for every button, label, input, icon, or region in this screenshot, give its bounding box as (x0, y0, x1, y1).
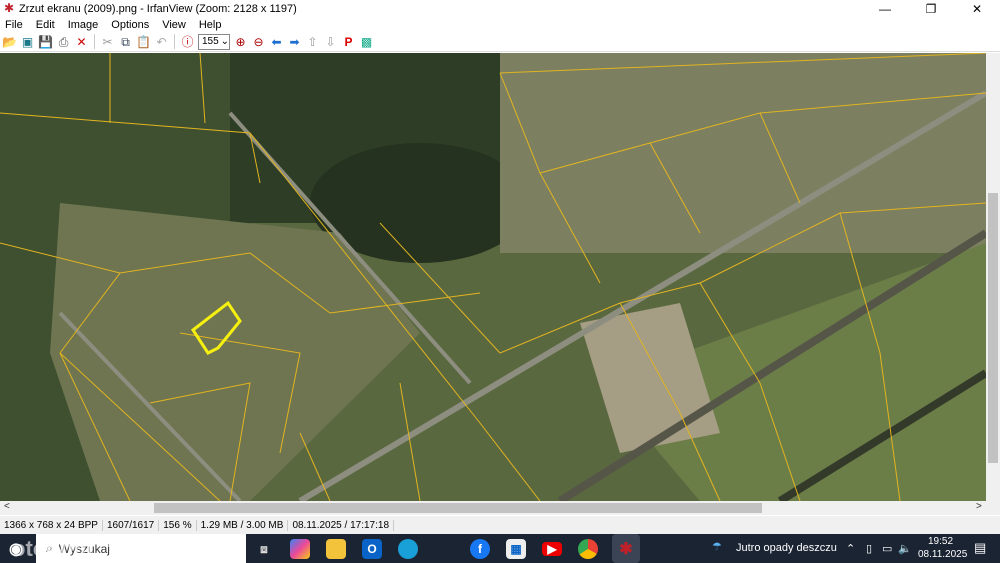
status-memory: 1.29 MB / 3.00 MB (197, 520, 289, 531)
delete-icon[interactable]: ✕ (74, 34, 89, 49)
outlook-icon[interactable]: O (362, 539, 382, 559)
thumbnails-icon[interactable]: ▣ (20, 34, 35, 49)
device-icon[interactable]: ▯ (866, 542, 872, 555)
undo-icon[interactable]: ↶ (154, 34, 169, 49)
battery-icon[interactable]: ▭ (882, 542, 892, 555)
file-explorer-icon[interactable] (326, 539, 346, 559)
chevron-up-icon[interactable]: ⌃ (846, 542, 855, 555)
status-dimensions: 1366 x 768 x 24 BPP (0, 520, 103, 531)
status-datetime: 08.11.2025 / 17:17:18 (288, 520, 394, 531)
status-index: 1607/1617 (103, 520, 159, 531)
first-icon[interactable]: ⇧ (305, 34, 320, 49)
aerial-map-image (0, 53, 986, 501)
facebook-icon[interactable]: f (470, 539, 490, 559)
edge-icon[interactable] (398, 539, 418, 559)
info-icon[interactable]: ⓘ (180, 34, 195, 49)
otodom-watermark: otodom (12, 536, 93, 562)
chrome-icon[interactable] (578, 539, 598, 559)
title-bar: ✱ Zrzut ekranu (2009).png - IrfanView (Z… (0, 0, 1000, 17)
menu-help[interactable]: Help (199, 19, 222, 31)
zoom-in-icon[interactable]: ⊕ (233, 34, 248, 49)
scroll-right-icon[interactable]: > (976, 501, 982, 512)
zoom-select[interactable]: 155⌄ (198, 34, 230, 50)
menu-options[interactable]: Options (111, 19, 149, 31)
horizontal-scroll-thumb[interactable] (154, 503, 762, 513)
previous-icon[interactable]: ⬅ (269, 34, 284, 49)
image-view[interactable] (0, 53, 986, 501)
weather-icon[interactable]: ☂ (712, 540, 722, 553)
status-zoom: 156 % (159, 520, 196, 531)
print-icon[interactable]: ⎙ (56, 34, 71, 49)
irfanview-logo-icon: ✱ (4, 3, 15, 14)
help-icon[interactable]: ▩ (359, 34, 374, 49)
toolbar: 📂 ▣ 💾 ⎙ ✕ ✂ ⧉ 📋 ↶ ⓘ 155⌄ ⊕ ⊖ ⬅ ➡ ⇧ ⇩ P ▩ (0, 32, 1000, 52)
vertical-scroll-thumb[interactable] (988, 193, 998, 463)
copilot-icon[interactable] (290, 539, 310, 559)
weather-text[interactable]: Jutro opady deszczu (736, 542, 837, 554)
menu-view[interactable]: View (162, 19, 186, 31)
chevron-down-icon: ⌄ (221, 36, 229, 47)
menu-image[interactable]: Image (68, 19, 99, 31)
zoom-out-icon[interactable]: ⊖ (251, 34, 266, 49)
vertical-scrollbar[interactable] (986, 53, 1000, 515)
copy-icon[interactable]: ⧉ (118, 34, 133, 49)
maximize-button[interactable]: ❐ (908, 2, 954, 16)
taskbar: ◉ ⌕ Wyszukaj otodom ⧈ O f ▦ ▶ ✱ ☂ Jutro … (0, 534, 1000, 563)
clock-time[interactable]: 19:52 (928, 536, 953, 547)
separator (174, 34, 175, 49)
last-icon[interactable]: ⇩ (323, 34, 338, 49)
menu-file[interactable]: File (5, 19, 23, 31)
window-title: Zrzut ekranu (2009).png - IrfanView (Zoo… (19, 3, 297, 15)
scroll-left-icon[interactable]: < (4, 501, 10, 512)
close-button[interactable]: ✕ (954, 2, 1000, 16)
menu-edit[interactable]: Edit (36, 19, 55, 31)
paste-icon[interactable]: 📋 (136, 34, 151, 49)
notifications-icon[interactable]: ▤ (974, 540, 986, 556)
paint-icon[interactable]: P (341, 34, 356, 49)
separator (94, 34, 95, 49)
clock-date[interactable]: 08.11.2025 (918, 549, 967, 560)
horizontal-scrollbar[interactable]: < > (0, 501, 986, 515)
next-icon[interactable]: ➡ (287, 34, 302, 49)
task-view-icon[interactable]: ⧈ (254, 539, 274, 559)
youtube-icon[interactable]: ▶ (542, 542, 562, 556)
status-bar: 1366 x 768 x 24 BPP 1607/1617 156 % 1.29… (0, 516, 1000, 534)
volume-icon[interactable]: 🔈 (898, 542, 912, 555)
zoom-value: 155 (202, 36, 219, 47)
store-icon[interactable]: ▦ (506, 539, 526, 559)
cut-icon[interactable]: ✂ (100, 34, 115, 49)
menu-bar: File Edit Image Options View Help (0, 17, 1000, 32)
minimize-button[interactable]: — (862, 2, 908, 16)
save-icon[interactable]: 💾 (38, 34, 53, 49)
irfanview-taskbar-icon[interactable]: ✱ (612, 534, 640, 563)
open-icon[interactable]: 📂 (2, 34, 17, 49)
